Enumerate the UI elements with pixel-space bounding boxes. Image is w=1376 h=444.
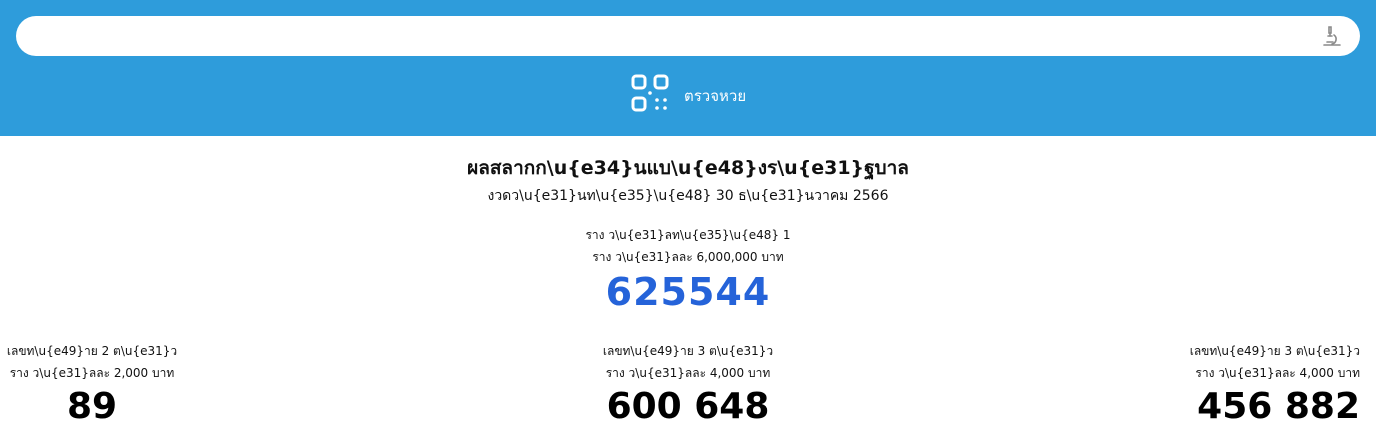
two-digit-prize-block: เลขท\u{e49}าย 2 ต\u{e31}ว ราง ว\u{e31}ลล… — [0, 340, 184, 427]
two-digit-number: 89 — [66, 386, 118, 427]
microscope-icon[interactable] — [1320, 24, 1344, 48]
two-digit-label: เลขท\u{e49}าย 2 ต\u{e31}ว — [6, 344, 178, 358]
first-prize-block: ราง ว\u{e31}ลท\u{e35}\u{e48} 1 ราง ว\u{e… — [538, 224, 838, 314]
back-three-amount: ราง ว\u{e31}ลละ 4,000 บาท — [1195, 366, 1360, 380]
first-prize-label: ราง ว\u{e31}ลท\u{e35}\u{e48} 1 — [585, 228, 791, 242]
search-box[interactable] — [16, 16, 1360, 56]
first-prize-amount: ราง ว\u{e31}ลละ 6,000,000 บาท — [592, 250, 784, 264]
check-lottery-label: ตรวจหวย — [684, 87, 747, 105]
draw-date: งวดว\u{e31}นท\u{e35}\u{e48} 30 ธ\u{e31}น… — [487, 188, 889, 204]
check-lottery-button[interactable]: ตรวจหวย — [630, 74, 746, 118]
two-digit-amount: ราง ว\u{e31}ลละ 2,000 บาท — [9, 366, 175, 380]
header-bar: ตรวจหวย — [0, 0, 1376, 136]
front-three-prize-block: เลขท\u{e49}าย 3 ต\u{e31}ว ราง ว\u{e31}ลล… — [538, 340, 838, 427]
back-three-label: เลขท\u{e49}าย 3 ต\u{e31}ว — [1189, 344, 1360, 358]
back-three-number: 456 882 — [1197, 386, 1360, 427]
qr-code-icon — [630, 73, 672, 119]
front-three-label: เลขท\u{e49}าย 3 ต\u{e31}ว — [602, 344, 774, 358]
first-prize-number: 625544 — [605, 270, 771, 314]
front-three-number: 600 648 — [606, 386, 770, 427]
back-three-prize-block: เลขท\u{e49}าย 3 ต\u{e31}ว ราง ว\u{e31}ลล… — [1060, 340, 1360, 427]
search-input[interactable] — [34, 16, 1314, 56]
results-title: ผลสลากก\u{e34}นแบ\u{e48}งร\u{e31}ฐบาล — [467, 157, 909, 179]
front-three-amount: ราง ว\u{e31}ลละ 4,000 บาท — [605, 366, 771, 380]
